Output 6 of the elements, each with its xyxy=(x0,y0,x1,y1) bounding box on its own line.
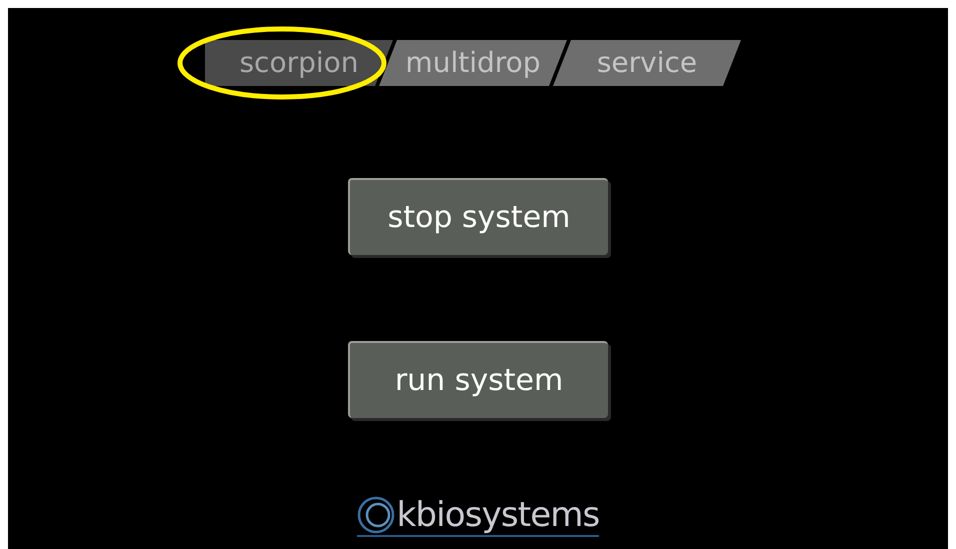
tab[interactable]: multidrop xyxy=(379,40,567,86)
tab[interactable]: service xyxy=(553,40,741,86)
system-button[interactable]: run system xyxy=(348,341,608,418)
tab[interactable]: scorpion xyxy=(205,40,393,86)
system-button[interactable]: stop system xyxy=(348,178,608,255)
logo-text: kbiosystems xyxy=(396,498,600,532)
